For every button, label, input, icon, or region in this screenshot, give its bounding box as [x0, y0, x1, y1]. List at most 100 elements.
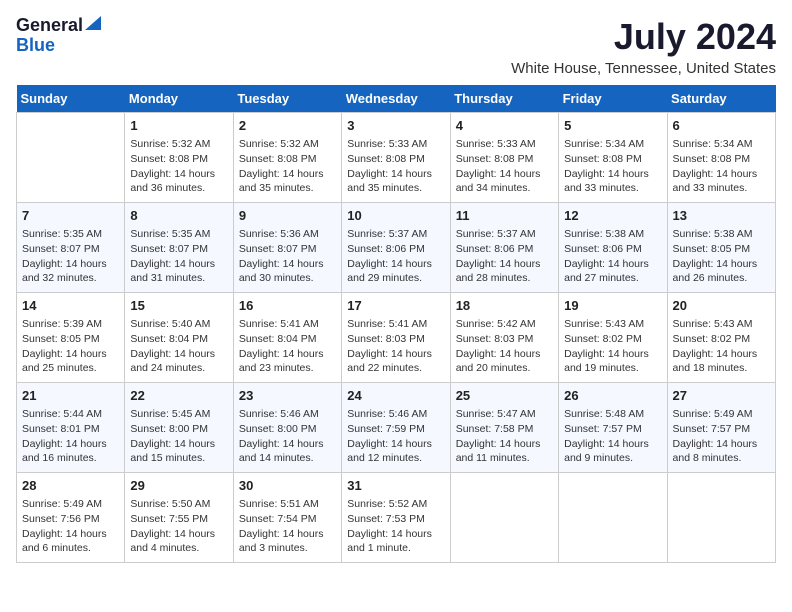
day-content: Sunrise: 5:51 AM Sunset: 7:54 PM Dayligh… — [239, 497, 336, 556]
calendar-week-row: 14Sunrise: 5:39 AM Sunset: 8:05 PM Dayli… — [17, 293, 776, 383]
day-number: 13 — [673, 207, 770, 225]
calendar-day-14: 14Sunrise: 5:39 AM Sunset: 8:05 PM Dayli… — [17, 293, 125, 383]
day-content: Sunrise: 5:33 AM Sunset: 8:08 PM Dayligh… — [347, 137, 444, 196]
day-content: Sunrise: 5:40 AM Sunset: 8:04 PM Dayligh… — [130, 317, 227, 376]
logo-general: General — [16, 16, 83, 36]
calendar-day-6: 6 Sunrise: 5:34 AM Sunset: 8:08 PM Daylig… — [667, 113, 775, 203]
day-header-saturday: Saturday — [667, 85, 775, 113]
calendar-day-9: 9 Sunrise: 5:36 AM Sunset: 8:07 PM Daylig… — [233, 203, 341, 293]
calendar-day-28: 28 Sunrise: 5:49 AM Sunset: 7:56 PM Dayli… — [17, 473, 125, 563]
day-content: Sunrise: 5:41 AM Sunset: 8:04 PM Dayligh… — [239, 317, 336, 376]
day-content: Sunrise: 5:49 AM Sunset: 7:57 PM Dayligh… — [673, 407, 770, 466]
day-number: 16 — [239, 297, 336, 315]
day-number: 21 — [22, 387, 119, 405]
day-number: 22 — [130, 387, 227, 405]
day-header-sunday: Sunday — [17, 85, 125, 113]
calendar-header-row: SundayMondayTuesdayWednesdayThursdayFrid… — [17, 85, 776, 113]
logo-blue: Blue — [16, 36, 55, 56]
day-content: Sunrise: 5:44 AM Sunset: 8:01 PM Dayligh… — [22, 407, 119, 466]
calendar-day-21: 21 Sunrise: 5:44 AM Sunset: 8:01 PM Dayli… — [17, 383, 125, 473]
day-content: Sunrise: 5:37 AM Sunset: 8:06 PM Dayligh… — [347, 227, 444, 286]
day-number: 9 — [239, 207, 336, 225]
calendar-day-24: 24 Sunrise: 5:46 AM Sunset: 7:59 PM Dayli… — [342, 383, 450, 473]
calendar-day-27: 27 Sunrise: 5:49 AM Sunset: 7:57 PM Dayli… — [667, 383, 775, 473]
calendar-empty-cell — [450, 473, 558, 563]
calendar-day-5: 5Sunrise: 5:34 AM Sunset: 8:08 PM Daylig… — [559, 113, 667, 203]
month-title: July 2024 — [511, 16, 776, 58]
calendar-table: SundayMondayTuesdayWednesdayThursdayFrid… — [16, 85, 776, 563]
day-number: 4 — [456, 117, 553, 135]
day-content: Sunrise: 5:50 AM Sunset: 7:55 PM Dayligh… — [130, 497, 227, 556]
day-number: 17 — [347, 297, 444, 315]
day-number: 7 — [22, 207, 119, 225]
calendar-day-20: 20Sunrise: 5:43 AM Sunset: 8:02 PM Dayli… — [667, 293, 775, 383]
calendar-empty-cell — [17, 113, 125, 203]
day-content: Sunrise: 5:32 AM Sunset: 8:08 PM Dayligh… — [130, 137, 227, 196]
day-number: 31 — [347, 477, 444, 495]
day-content: Sunrise: 5:35 AM Sunset: 8:07 PM Dayligh… — [130, 227, 227, 286]
day-number: 18 — [456, 297, 553, 315]
calendar-day-25: 25 Sunrise: 5:47 AM Sunset: 7:58 PM Dayli… — [450, 383, 558, 473]
day-content: Sunrise: 5:41 AM Sunset: 8:03 PM Dayligh… — [347, 317, 444, 376]
day-number: 6 — [673, 117, 770, 135]
calendar-day-18: 18 Sunrise: 5:42 AM Sunset: 8:03 PM Dayli… — [450, 293, 558, 383]
calendar-day-11: 11Sunrise: 5:37 AM Sunset: 8:06 PM Dayli… — [450, 203, 558, 293]
calendar-day-19: 19 Sunrise: 5:43 AM Sunset: 8:02 PM Dayli… — [559, 293, 667, 383]
day-number: 8 — [130, 207, 227, 225]
day-number: 19 — [564, 297, 661, 315]
day-number: 1 — [130, 117, 227, 135]
calendar-week-row: 7 Sunrise: 5:35 AM Sunset: 8:07 PM Daylig… — [17, 203, 776, 293]
day-content: Sunrise: 5:36 AM Sunset: 8:07 PM Dayligh… — [239, 227, 336, 286]
page-header: General Blue July 2024 White House, Tenn… — [16, 16, 776, 77]
day-number: 26 — [564, 387, 661, 405]
day-content: Sunrise: 5:52 AM Sunset: 7:53 PM Dayligh… — [347, 497, 444, 556]
day-number: 28 — [22, 477, 119, 495]
day-content: Sunrise: 5:48 AM Sunset: 7:57 PM Dayligh… — [564, 407, 661, 466]
day-number: 24 — [347, 387, 444, 405]
day-number: 20 — [673, 297, 770, 315]
location: White House, Tennessee, United States — [511, 60, 776, 77]
calendar-day-7: 7Sunrise: 5:35 AM Sunset: 8:07 PM Daylig… — [17, 203, 125, 293]
day-number: 27 — [673, 387, 770, 405]
calendar-day-12: 12Sunrise: 5:38 AM Sunset: 8:06 PM Dayli… — [559, 203, 667, 293]
calendar-day-30: 30Sunrise: 5:51 AM Sunset: 7:54 PM Dayli… — [233, 473, 341, 563]
day-number: 11 — [456, 207, 553, 225]
day-header-friday: Friday — [559, 85, 667, 113]
day-number: 14 — [22, 297, 119, 315]
calendar-day-2: 2Sunrise: 5:32 AM Sunset: 8:08 PM Daylig… — [233, 113, 341, 203]
day-content: Sunrise: 5:34 AM Sunset: 8:08 PM Dayligh… — [673, 137, 770, 196]
calendar-day-4: 4 Sunrise: 5:33 AM Sunset: 8:08 PM Daylig… — [450, 113, 558, 203]
day-content: Sunrise: 5:38 AM Sunset: 8:06 PM Dayligh… — [564, 227, 661, 286]
day-content: Sunrise: 5:33 AM Sunset: 8:08 PM Dayligh… — [456, 137, 553, 196]
calendar-day-26: 26 Sunrise: 5:48 AM Sunset: 7:57 PM Dayli… — [559, 383, 667, 473]
calendar-day-1: 1 Sunrise: 5:32 AM Sunset: 8:08 PM Daylig… — [125, 113, 233, 203]
calendar-day-13: 13Sunrise: 5:38 AM Sunset: 8:05 PM Dayli… — [667, 203, 775, 293]
day-header-monday: Monday — [125, 85, 233, 113]
calendar-day-31: 31 Sunrise: 5:52 AM Sunset: 7:53 PM Dayli… — [342, 473, 450, 563]
day-content: Sunrise: 5:47 AM Sunset: 7:58 PM Dayligh… — [456, 407, 553, 466]
day-content: Sunrise: 5:46 AM Sunset: 7:59 PM Dayligh… — [347, 407, 444, 466]
logo: General Blue — [16, 16, 101, 56]
calendar-day-15: 15 Sunrise: 5:40 AM Sunset: 8:04 PM Dayli… — [125, 293, 233, 383]
calendar-day-8: 8 Sunrise: 5:35 AM Sunset: 8:07 PM Daylig… — [125, 203, 233, 293]
day-number: 15 — [130, 297, 227, 315]
calendar-empty-cell — [559, 473, 667, 563]
day-number: 25 — [456, 387, 553, 405]
calendar-day-3: 3Sunrise: 5:33 AM Sunset: 8:08 PM Daylig… — [342, 113, 450, 203]
calendar-empty-cell — [667, 473, 775, 563]
calendar-day-22: 22Sunrise: 5:45 AM Sunset: 8:00 PM Dayli… — [125, 383, 233, 473]
calendar-week-row: 21 Sunrise: 5:44 AM Sunset: 8:01 PM Dayli… — [17, 383, 776, 473]
day-header-thursday: Thursday — [450, 85, 558, 113]
day-content: Sunrise: 5:49 AM Sunset: 7:56 PM Dayligh… — [22, 497, 119, 556]
day-content: Sunrise: 5:43 AM Sunset: 8:02 PM Dayligh… — [564, 317, 661, 376]
day-header-tuesday: Tuesday — [233, 85, 341, 113]
day-header-wednesday: Wednesday — [342, 85, 450, 113]
day-content: Sunrise: 5:32 AM Sunset: 8:08 PM Dayligh… — [239, 137, 336, 196]
day-number: 23 — [239, 387, 336, 405]
calendar-week-row: 28 Sunrise: 5:49 AM Sunset: 7:56 PM Dayli… — [17, 473, 776, 563]
day-content: Sunrise: 5:42 AM Sunset: 8:03 PM Dayligh… — [456, 317, 553, 376]
day-number: 29 — [130, 477, 227, 495]
day-content: Sunrise: 5:34 AM Sunset: 8:08 PM Dayligh… — [564, 137, 661, 196]
calendar-day-17: 17 Sunrise: 5:41 AM Sunset: 8:03 PM Dayli… — [342, 293, 450, 383]
title-block: July 2024 White House, Tennessee, United… — [511, 16, 776, 77]
